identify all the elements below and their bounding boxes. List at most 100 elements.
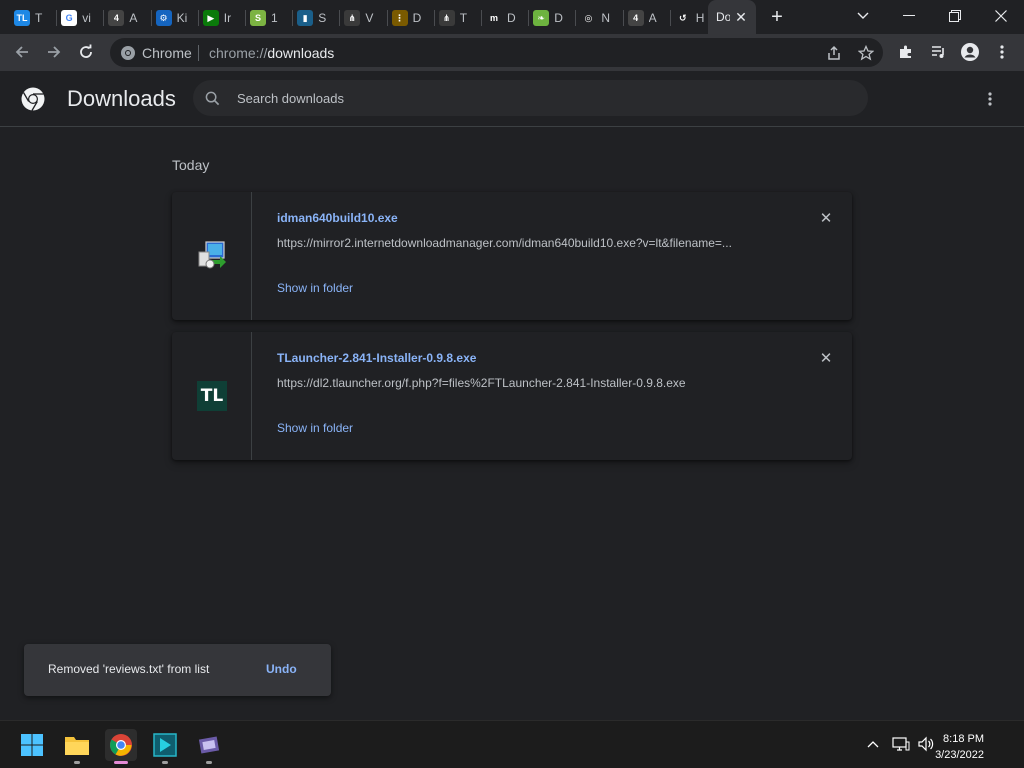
- puzzle-icon: [900, 45, 911, 58]
- file-name-link[interactable]: TLauncher-2.841-Installer-0.9.8.exe: [277, 351, 476, 365]
- installer-file-icon: [198, 241, 226, 269]
- tab-title: Ki: [176, 11, 187, 25]
- media-app-taskbar-button[interactable]: [149, 729, 181, 761]
- tab-favicon-icon: ⚙: [155, 10, 172, 26]
- volume-icon-button[interactable]: [917, 735, 935, 753]
- url-text[interactable]: chrome://downloads: [209, 45, 334, 61]
- tab-favicon-icon: ⋮: [391, 10, 408, 26]
- minimize-icon: [903, 15, 915, 16]
- more-vert-icon: [988, 92, 992, 106]
- tab[interactable]: ⋔ T: [438, 4, 470, 32]
- extensions-button[interactable]: [891, 37, 921, 67]
- downloads-more-actions-button[interactable]: [975, 84, 1005, 114]
- close-tab-icon[interactable]: ✕: [733, 9, 749, 25]
- reload-button[interactable]: [71, 37, 101, 67]
- search-placeholder: Search downloads: [237, 91, 344, 106]
- tab-separator: [150, 10, 152, 26]
- tab-search-button[interactable]: [840, 0, 886, 32]
- tab-separator: [386, 10, 388, 26]
- tab[interactable]: 4A: [627, 4, 659, 32]
- restore-button[interactable]: [932, 0, 978, 32]
- tab-favicon-icon: ❧: [533, 10, 550, 26]
- search-icon: [205, 91, 220, 106]
- toast-message: Removed 'reviews.txt' from list: [48, 662, 210, 676]
- tab-title: 1: [271, 11, 278, 25]
- start-button[interactable]: [16, 729, 48, 761]
- url-scheme: chrome://: [209, 45, 268, 61]
- video-editor-taskbar-button[interactable]: [193, 729, 225, 761]
- new-tab-button[interactable]: +: [762, 2, 792, 32]
- chrome-menu-button[interactable]: [987, 37, 1017, 67]
- reload-icon: [80, 44, 92, 58]
- tab-favicon-icon: G: [61, 10, 78, 26]
- tab[interactable]: S1: [250, 4, 281, 32]
- omnibox-divider: [198, 45, 199, 61]
- media-controls-button[interactable]: [923, 37, 953, 67]
- bookmark-button[interactable]: [851, 38, 881, 67]
- file-icon-column: [172, 192, 252, 320]
- downloads-toolbar: Downloads Search downloads: [0, 71, 1024, 127]
- forward-button[interactable]: [39, 37, 69, 67]
- close-window-button[interactable]: [978, 0, 1024, 32]
- tab-title: A: [129, 11, 138, 25]
- network-icon-button[interactable]: [892, 735, 910, 753]
- tab-strip: TLTGvi4A⚙Ki▶IrS1▮S⋔V⋮D⋔TmD❧D◎N4A↺H Downl…: [0, 0, 1024, 34]
- tab-downloads-active[interactable]: Downloads ✕: [708, 0, 756, 34]
- download-item: TL TLauncher-2.841-Installer-0.9.8.exe h…: [172, 332, 852, 460]
- tab[interactable]: ◎ N: [580, 4, 611, 32]
- tab-title: D: [507, 11, 516, 25]
- tab[interactable]: ⋮ D: [391, 4, 423, 32]
- tab-favicon-icon: ↺: [674, 10, 691, 26]
- folder-icon: [65, 737, 89, 755]
- back-button[interactable]: [7, 37, 37, 67]
- tab[interactable]: ↺ H: [674, 4, 706, 32]
- tab-favicon-icon: ▮: [297, 10, 314, 26]
- file-name-link[interactable]: idman640build10.exe: [277, 211, 398, 225]
- tab-title: D: [554, 11, 563, 25]
- tab-title: N: [601, 11, 611, 25]
- chrome-site-icon[interactable]: [120, 45, 136, 61]
- tab-separator: [528, 10, 530, 26]
- source-url-link[interactable]: https://mirror2.internetdownloadmanager.…: [277, 236, 787, 250]
- tab[interactable]: ▮ S: [297, 4, 328, 32]
- clock-time: 8:18 PM: [943, 733, 984, 745]
- show-hidden-icons-button[interactable]: [864, 735, 882, 753]
- chevron-up-icon: [867, 741, 879, 748]
- undo-button[interactable]: Undo: [266, 662, 297, 676]
- tab[interactable]: mD: [486, 4, 517, 32]
- clock[interactable]: 8:18 PM 3/23/2022: [935, 731, 984, 763]
- tab[interactable]: ⋔ V: [344, 4, 375, 32]
- tab-title: T: [35, 11, 43, 25]
- download-item: idman640build10.exe https://mirror2.inte…: [172, 192, 852, 320]
- profile-button[interactable]: [955, 37, 985, 67]
- remove-from-list-button[interactable]: ✕: [816, 209, 836, 229]
- tab[interactable]: Gvi: [61, 4, 92, 32]
- tab-separator: [622, 10, 624, 26]
- chrome-taskbar-button[interactable]: [105, 729, 137, 761]
- tab-favicon-icon: ⋔: [344, 10, 361, 26]
- arrow-right-icon: [48, 46, 61, 58]
- search-downloads-field[interactable]: Search downloads: [193, 80, 868, 116]
- remove-from-list-button[interactable]: ✕: [816, 349, 836, 369]
- tab[interactable]: ▶ Ir: [202, 4, 234, 32]
- tab[interactable]: ❧ D: [533, 4, 564, 32]
- arrow-left-icon: [15, 46, 28, 58]
- file-explorer-taskbar-button[interactable]: [61, 729, 93, 761]
- tab-favicon-icon: S: [250, 10, 266, 26]
- minimize-button[interactable]: [886, 0, 932, 32]
- show-in-folder-link[interactable]: Show in folder: [277, 281, 353, 295]
- address-bar[interactable]: Chrome chrome://downloads: [110, 38, 883, 67]
- running-indicator: [162, 761, 168, 764]
- share-button[interactable]: [819, 38, 849, 67]
- tab[interactable]: ⚙ Ki: [155, 4, 187, 32]
- show-in-folder-link[interactable]: Show in folder: [277, 421, 353, 435]
- tab[interactable]: 4A: [108, 4, 139, 32]
- media-player-icon: [153, 733, 177, 757]
- more-vert-icon: [1000, 45, 1004, 59]
- tab-title: Downloads: [716, 10, 730, 24]
- source-url-link[interactable]: https://dl2.tlauncher.org/f.php?f=files%…: [277, 376, 787, 390]
- tab[interactable]: TL T: [14, 4, 45, 32]
- tab-favicon-icon: 4: [108, 10, 125, 26]
- chevron-down-icon: [857, 12, 869, 19]
- close-icon: [995, 10, 1007, 22]
